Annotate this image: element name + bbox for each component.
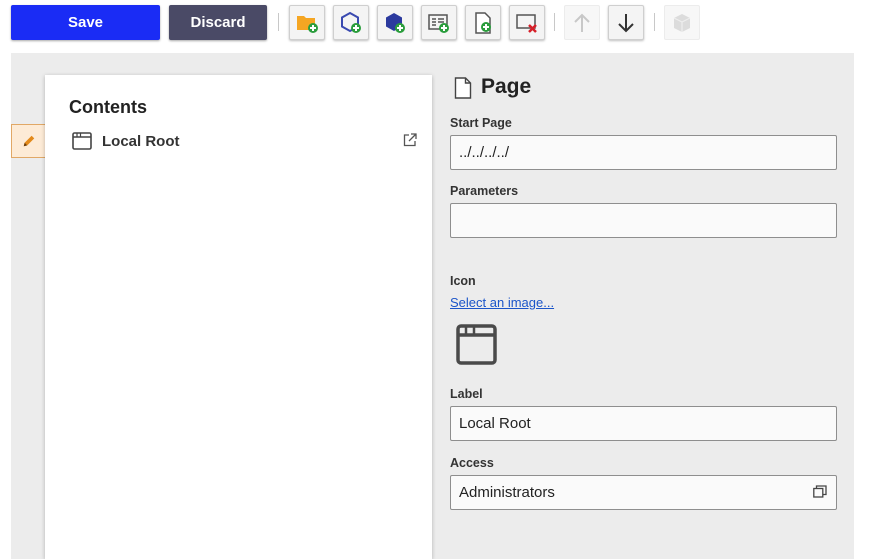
arrow-down-icon <box>618 13 634 32</box>
edit-tab[interactable] <box>11 124 45 158</box>
page-add-icon <box>475 11 491 34</box>
form-title: Page <box>481 75 532 98</box>
external-link-icon[interactable] <box>403 133 417 147</box>
copy-icon[interactable] <box>813 485 827 498</box>
window-icon-preview <box>456 324 497 365</box>
add-folder-button[interactable] <box>289 5 325 40</box>
package-button[interactable] <box>664 5 700 40</box>
save-button[interactable]: Save <box>11 5 160 40</box>
start-page-input[interactable]: ../../../../ <box>450 135 837 170</box>
parameters-label: Parameters <box>450 184 519 198</box>
tree-item-label: Local Root <box>102 133 180 150</box>
add-module-dark-button[interactable] <box>377 5 413 40</box>
toolbar-separator <box>654 13 655 31</box>
access-value: Administrators <box>459 484 555 501</box>
list-add-icon <box>428 13 449 33</box>
folder-add-icon <box>297 15 318 33</box>
move-down-button[interactable] <box>608 5 644 40</box>
add-list-button[interactable] <box>421 5 457 40</box>
add-module-button[interactable] <box>333 5 369 40</box>
arrow-up-icon <box>574 13 590 32</box>
module-add-icon <box>341 11 361 33</box>
remove-button[interactable] <box>509 5 545 40</box>
select-image-link[interactable]: Select an image... <box>450 295 554 310</box>
toolbar: Save Discard <box>0 0 869 50</box>
label-input[interactable]: Local Root <box>450 406 837 441</box>
start-page-label: Start Page <box>450 116 512 130</box>
icon-label: Icon <box>450 274 476 288</box>
contents-panel: Contents Local Root <box>45 75 432 559</box>
parameters-input[interactable] <box>450 203 837 238</box>
module-dark-add-icon <box>386 12 405 33</box>
tree-item-local-root[interactable]: Local Root <box>69 129 417 153</box>
window-icon <box>72 132 92 150</box>
box-icon <box>673 13 691 32</box>
pencil-icon <box>23 135 34 147</box>
add-page-button[interactable] <box>465 5 501 40</box>
remove-icon <box>516 13 537 33</box>
access-label: Access <box>450 456 494 470</box>
contents-title: Contents <box>69 97 147 117</box>
move-up-button[interactable] <box>564 5 600 40</box>
access-field[interactable]: Administrators <box>450 475 837 510</box>
discard-button[interactable]: Discard <box>169 5 267 40</box>
label-label: Label <box>450 387 483 401</box>
page-icon <box>454 77 472 99</box>
toolbar-separator <box>278 13 279 31</box>
toolbar-separator <box>554 13 555 31</box>
